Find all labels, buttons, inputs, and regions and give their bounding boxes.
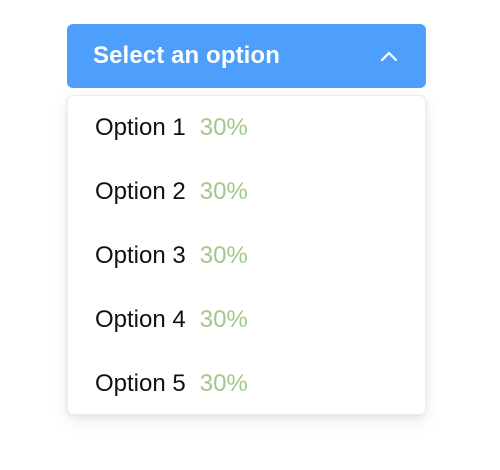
option-percentage: 30% xyxy=(199,370,248,397)
option-percentage: 30% xyxy=(199,178,248,205)
dropdown-menu: Option 1 30% Option 2 30% Option 3 30% O… xyxy=(67,95,426,415)
option-label: Option 4 xyxy=(95,306,186,333)
option-item-2[interactable]: Option 2 30% xyxy=(68,160,425,224)
option-percentage: 30% xyxy=(199,242,248,269)
select-label: Select an option xyxy=(93,42,280,69)
option-item-3[interactable]: Option 3 30% xyxy=(68,224,425,288)
select-dropdown-button[interactable]: Select an option xyxy=(67,24,426,88)
option-label: Option 1 xyxy=(95,114,186,141)
option-label: Option 2 xyxy=(95,178,186,205)
option-label: Option 5 xyxy=(95,370,186,397)
option-label: Option 3 xyxy=(95,242,186,269)
option-item-1[interactable]: Option 1 30% xyxy=(68,96,425,160)
option-item-5[interactable]: Option 5 30% xyxy=(68,352,425,416)
option-percentage: 30% xyxy=(199,114,248,141)
option-percentage: 30% xyxy=(199,306,248,333)
option-item-4[interactable]: Option 4 30% xyxy=(68,288,425,352)
chevron-up-icon xyxy=(378,45,400,67)
